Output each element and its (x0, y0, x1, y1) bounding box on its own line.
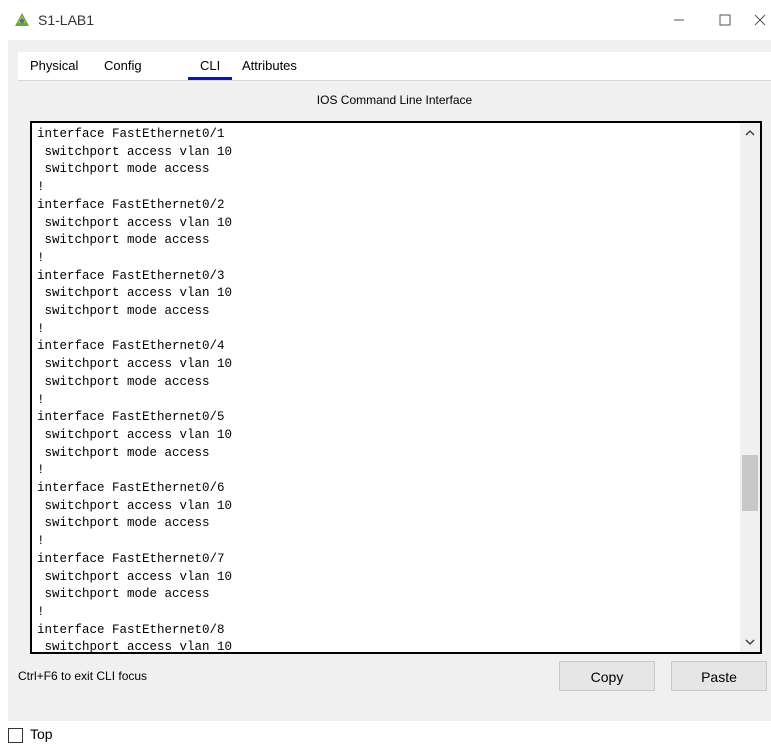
minimize-icon (674, 19, 684, 21)
cli-panel: IOS Command Line Interface interface Fas… (18, 80, 771, 691)
tab-label: Attributes (242, 58, 297, 73)
cli-output[interactable]: interface FastEthernet0/1 switchport acc… (37, 126, 232, 652)
title-bar: S1-LAB1 (0, 0, 771, 40)
scroll-up-button[interactable] (740, 123, 760, 143)
maximize-button[interactable] (702, 0, 748, 40)
copy-button[interactable]: Copy (559, 661, 655, 691)
cli-terminal[interactable]: interface FastEthernet0/1 switchport acc… (30, 121, 762, 654)
minimize-button[interactable] (656, 0, 702, 40)
window-title: S1-LAB1 (38, 12, 95, 28)
device-dialog: Physical Config CLI Attributes IOS Comma… (8, 40, 771, 751)
tab-config[interactable]: Config (104, 52, 142, 80)
vertical-scrollbar[interactable] (740, 123, 760, 652)
chevron-down-icon (745, 639, 755, 645)
tab-cli[interactable]: CLI (188, 52, 233, 80)
top-checkbox[interactable] (8, 728, 23, 743)
cli-heading: IOS Command Line Interface (316, 93, 473, 107)
tab-label: Physical (30, 58, 79, 73)
scroll-thumb[interactable] (742, 454, 758, 511)
cli-focus-hint: Ctrl+F6 to exit CLI focus (18, 669, 148, 683)
tab-label: CLI (200, 58, 221, 73)
bottom-bar: Top (8, 721, 771, 751)
scroll-down-button[interactable] (740, 632, 760, 652)
top-checkbox-label: Top (30, 726, 53, 742)
paste-button[interactable]: Paste (671, 661, 767, 691)
chevron-up-icon (745, 130, 755, 136)
close-button[interactable] (748, 0, 771, 40)
close-icon (754, 14, 765, 26)
maximize-icon (719, 14, 731, 26)
tab-attributes[interactable]: Attributes (242, 52, 297, 80)
tab-label: Config (104, 58, 142, 73)
tab-physical[interactable]: Physical (30, 52, 78, 80)
packet-tracer-switch-icon (15, 13, 29, 26)
tab-bar: Physical Config CLI Attributes (18, 52, 771, 80)
